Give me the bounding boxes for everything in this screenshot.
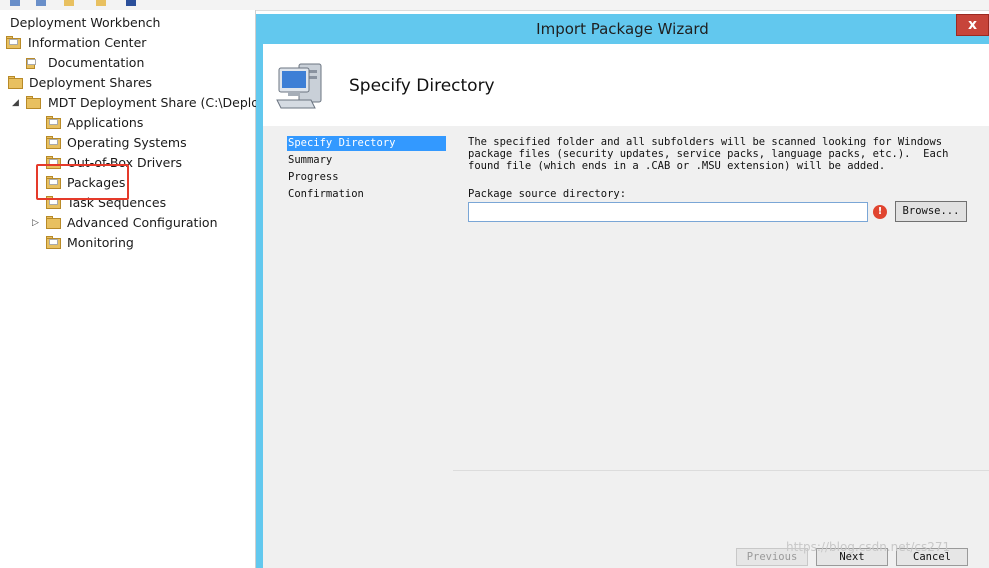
folder-icon bbox=[46, 156, 62, 169]
tree-item-label: MDT Deployment Share (C:\Deployr bbox=[48, 95, 272, 110]
tree-item-label: Operating Systems bbox=[67, 135, 187, 150]
folder-icon bbox=[8, 76, 24, 89]
wizard-content: The specified folder and all subfolders … bbox=[453, 126, 989, 568]
source-directory-label: Package source directory: bbox=[468, 188, 627, 200]
back-icon[interactable] bbox=[10, 0, 20, 6]
tree-item-label: Out-of-Box Drivers bbox=[67, 155, 183, 170]
tree-item-label: Applications bbox=[67, 115, 144, 130]
tree-root-label: Deployment Workbench bbox=[10, 15, 161, 30]
folder-icon bbox=[46, 196, 62, 209]
step-specify-directory: Specify Directory bbox=[287, 136, 446, 151]
tree-item-label: Deployment Shares bbox=[29, 75, 153, 90]
computer-icon bbox=[276, 63, 322, 109]
watermark: https://blog.csdn.net/cs271 bbox=[786, 540, 951, 554]
close-button[interactable]: x bbox=[956, 14, 989, 36]
import-package-wizard: Import Package Wizard x Specify Director… bbox=[256, 14, 989, 568]
page-title: Specify Directory bbox=[349, 76, 495, 96]
folder-up-icon[interactable] bbox=[96, 0, 106, 6]
collapse-arrow-icon[interactable]: ▷ bbox=[32, 213, 39, 233]
folder-icon bbox=[46, 216, 62, 229]
tree-item-label: Information Center bbox=[28, 35, 147, 50]
tree-panel: Deployment Workbench Information Center … bbox=[0, 10, 271, 568]
description-text: The specified folder and all subfolders … bbox=[468, 136, 949, 172]
step-confirmation: Confirmation bbox=[288, 188, 364, 200]
packages-folder-icon bbox=[46, 176, 62, 189]
tree-item-label: Packages bbox=[67, 175, 126, 190]
folder-icon[interactable] bbox=[64, 0, 74, 6]
folder-icon bbox=[46, 116, 62, 129]
tree-item-label: Advanced Configuration bbox=[67, 215, 218, 230]
tree-item-label: Documentation bbox=[48, 55, 145, 70]
error-icon: ! bbox=[873, 205, 887, 219]
folder-icon bbox=[46, 136, 62, 149]
step-summary: Summary bbox=[288, 154, 333, 166]
step-progress: Progress bbox=[288, 171, 339, 183]
browse-button[interactable]: Browse... bbox=[895, 201, 967, 222]
help-icon[interactable] bbox=[126, 0, 136, 6]
tree-item-label: Monitoring bbox=[67, 235, 134, 250]
folder-icon bbox=[26, 96, 42, 109]
wizard-steps: Specify Directory Summary Progress Confi… bbox=[263, 126, 453, 568]
source-directory-input[interactable] bbox=[468, 202, 868, 222]
window-title: Import Package Wizard bbox=[536, 20, 709, 38]
expand-arrow-icon[interactable]: ◢ bbox=[12, 93, 19, 113]
wizard-header: Specify Directory bbox=[263, 44, 989, 126]
forward-icon[interactable] bbox=[36, 0, 46, 6]
info-center-icon bbox=[6, 36, 22, 49]
tree-item-label: Task Sequences bbox=[67, 195, 167, 210]
documentation-icon bbox=[26, 56, 42, 69]
divider bbox=[453, 470, 989, 471]
title-bar[interactable]: Import Package Wizard x bbox=[256, 14, 989, 44]
wizard-client: Specify Directory Specify Directory Summ… bbox=[263, 44, 989, 568]
folder-icon bbox=[46, 236, 62, 249]
